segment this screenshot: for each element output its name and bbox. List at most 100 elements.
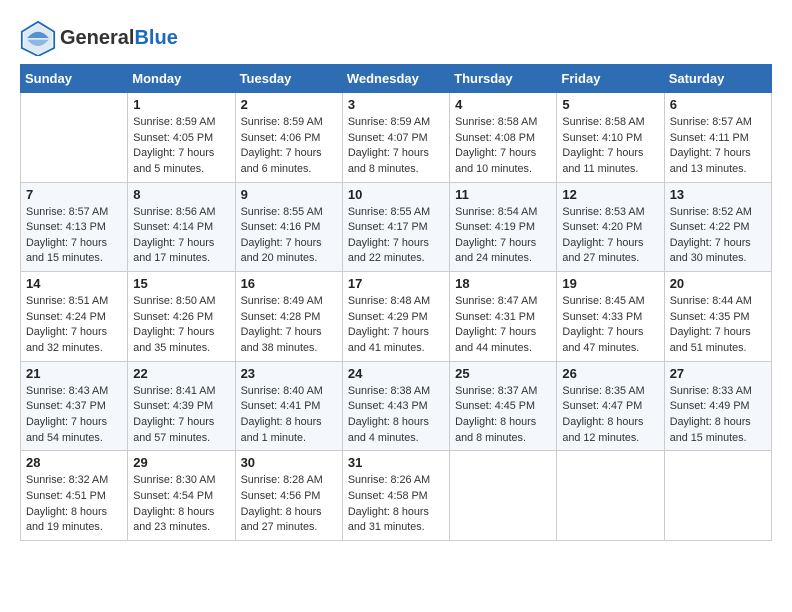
calendar-cell: 28 Sunrise: 8:32 AMSunset: 4:51 PMDayligh… bbox=[21, 451, 128, 541]
calendar-cell: 13 Sunrise: 8:52 AMSunset: 4:22 PMDayligh… bbox=[664, 182, 771, 272]
day-number: 31 bbox=[348, 455, 444, 470]
calendar-cell bbox=[450, 451, 557, 541]
day-info: Sunrise: 8:51 AMSunset: 4:24 PMDaylight:… bbox=[26, 294, 122, 357]
header-cell-tuesday: Tuesday bbox=[235, 65, 342, 93]
day-info: Sunrise: 8:35 AMSunset: 4:47 PMDaylight:… bbox=[562, 384, 658, 447]
calendar-cell: 9 Sunrise: 8:55 AMSunset: 4:16 PMDaylight… bbox=[235, 182, 342, 272]
calendar-cell: 11Sunrise: 8:54 AMSunset: 4:19 PMDayligh… bbox=[450, 182, 557, 272]
day-number: 17 bbox=[348, 276, 444, 291]
calendar-cell: 23 Sunrise: 8:40 AMSunset: 4:41 PMDayligh… bbox=[235, 361, 342, 451]
day-number: 14 bbox=[26, 276, 122, 291]
header-cell-saturday: Saturday bbox=[664, 65, 771, 93]
day-info: Sunrise: 8:55 AMSunset: 4:16 PMDaylight:… bbox=[241, 205, 337, 268]
day-number: 28 bbox=[26, 455, 122, 470]
calendar-cell: 29 Sunrise: 8:30 AMSunset: 4:54 PMDayligh… bbox=[128, 451, 235, 541]
calendar-cell: 30 Sunrise: 8:28 AMSunset: 4:56 PMDayligh… bbox=[235, 451, 342, 541]
day-info: Sunrise: 8:59 AMSunset: 4:06 PMDaylight:… bbox=[241, 115, 337, 178]
day-number: 18 bbox=[455, 276, 551, 291]
day-number: 22 bbox=[133, 366, 229, 381]
calendar-cell bbox=[664, 451, 771, 541]
day-number: 21 bbox=[26, 366, 122, 381]
day-info: Sunrise: 8:55 AMSunset: 4:17 PMDaylight:… bbox=[348, 205, 444, 268]
calendar-body: 1 Sunrise: 8:59 AMSunset: 4:05 PMDaylight… bbox=[21, 93, 772, 541]
day-info: Sunrise: 8:53 AMSunset: 4:20 PMDaylight:… bbox=[562, 205, 658, 268]
calendar-cell: 4Sunrise: 8:58 AMSunset: 4:08 PMDaylight… bbox=[450, 93, 557, 183]
day-info: Sunrise: 8:56 AMSunset: 4:14 PMDaylight:… bbox=[133, 205, 229, 268]
calendar-cell bbox=[557, 451, 664, 541]
day-number: 23 bbox=[241, 366, 337, 381]
day-number: 27 bbox=[670, 366, 766, 381]
calendar-cell: 10 Sunrise: 8:55 AMSunset: 4:17 PMDayligh… bbox=[342, 182, 449, 272]
day-number: 19 bbox=[562, 276, 658, 291]
calendar-cell: 2 Sunrise: 8:59 AMSunset: 4:06 PMDaylight… bbox=[235, 93, 342, 183]
calendar-cell: 26 Sunrise: 8:35 AMSunset: 4:47 PMDayligh… bbox=[557, 361, 664, 451]
day-info: Sunrise: 8:41 AMSunset: 4:39 PMDaylight:… bbox=[133, 384, 229, 447]
calendar-cell: 31Sunrise: 8:26 AMSunset: 4:58 PMDayligh… bbox=[342, 451, 449, 541]
calendar-cell: 18 Sunrise: 8:47 AMSunset: 4:31 PMDayligh… bbox=[450, 272, 557, 362]
calendar-cell: 22 Sunrise: 8:41 AMSunset: 4:39 PMDayligh… bbox=[128, 361, 235, 451]
header-cell-sunday: Sunday bbox=[21, 65, 128, 93]
week-row-1: 1 Sunrise: 8:59 AMSunset: 4:05 PMDaylight… bbox=[21, 93, 772, 183]
week-row-2: 7 Sunrise: 8:57 AMSunset: 4:13 PMDaylight… bbox=[21, 182, 772, 272]
calendar-cell: 24 Sunrise: 8:38 AMSunset: 4:43 PMDayligh… bbox=[342, 361, 449, 451]
day-number: 2 bbox=[241, 97, 337, 112]
calendar-cell: 5 Sunrise: 8:58 AMSunset: 4:10 PMDaylight… bbox=[557, 93, 664, 183]
day-info: Sunrise: 8:48 AMSunset: 4:29 PMDaylight:… bbox=[348, 294, 444, 357]
day-number: 20 bbox=[670, 276, 766, 291]
day-number: 11 bbox=[455, 187, 551, 202]
day-number: 16 bbox=[241, 276, 337, 291]
day-info: Sunrise: 8:52 AMSunset: 4:22 PMDaylight:… bbox=[670, 205, 766, 268]
calendar-cell: 15Sunrise: 8:50 AMSunset: 4:26 PMDayligh… bbox=[128, 272, 235, 362]
day-info: Sunrise: 8:58 AMSunset: 4:10 PMDaylight:… bbox=[562, 115, 658, 178]
logo-text: GeneralBlue bbox=[60, 27, 178, 49]
day-info: Sunrise: 8:58 AMSunset: 4:08 PMDaylight:… bbox=[455, 115, 551, 178]
day-number: 10 bbox=[348, 187, 444, 202]
header: GeneralBlue bbox=[20, 20, 772, 56]
day-info: Sunrise: 8:30 AMSunset: 4:54 PMDaylight:… bbox=[133, 473, 229, 536]
day-number: 5 bbox=[562, 97, 658, 112]
calendar-cell bbox=[21, 93, 128, 183]
calendar-cell: 17 Sunrise: 8:48 AMSunset: 4:29 PMDayligh… bbox=[342, 272, 449, 362]
day-number: 9 bbox=[241, 187, 337, 202]
calendar-cell: 14 Sunrise: 8:51 AMSunset: 4:24 PMDayligh… bbox=[21, 272, 128, 362]
day-number: 13 bbox=[670, 187, 766, 202]
calendar-cell: 16Sunrise: 8:49 AMSunset: 4:28 PMDayligh… bbox=[235, 272, 342, 362]
day-info: Sunrise: 8:32 AMSunset: 4:51 PMDaylight:… bbox=[26, 473, 122, 536]
calendar-header: SundayMondayTuesdayWednesdayThursdayFrid… bbox=[21, 65, 772, 93]
day-info: Sunrise: 8:38 AMSunset: 4:43 PMDaylight:… bbox=[348, 384, 444, 447]
calendar-cell: 1 Sunrise: 8:59 AMSunset: 4:05 PMDaylight… bbox=[128, 93, 235, 183]
day-number: 7 bbox=[26, 187, 122, 202]
day-info: Sunrise: 8:37 AMSunset: 4:45 PMDaylight:… bbox=[455, 384, 551, 447]
calendar-cell: 3Sunrise: 8:59 AMSunset: 4:07 PMDaylight… bbox=[342, 93, 449, 183]
day-info: Sunrise: 8:40 AMSunset: 4:41 PMDaylight:… bbox=[241, 384, 337, 447]
calendar-cell: 20Sunrise: 8:44 AMSunset: 4:35 PMDayligh… bbox=[664, 272, 771, 362]
week-row-4: 21Sunrise: 8:43 AMSunset: 4:37 PMDayligh… bbox=[21, 361, 772, 451]
day-number: 15 bbox=[133, 276, 229, 291]
day-info: Sunrise: 8:47 AMSunset: 4:31 PMDaylight:… bbox=[455, 294, 551, 357]
day-info: Sunrise: 8:57 AMSunset: 4:13 PMDaylight:… bbox=[26, 205, 122, 268]
day-info: Sunrise: 8:59 AMSunset: 4:07 PMDaylight:… bbox=[348, 115, 444, 178]
logo-icon bbox=[20, 20, 56, 56]
day-number: 24 bbox=[348, 366, 444, 381]
calendar-cell: 6Sunrise: 8:57 AMSunset: 4:11 PMDaylight… bbox=[664, 93, 771, 183]
day-number: 1 bbox=[133, 97, 229, 112]
day-number: 8 bbox=[133, 187, 229, 202]
calendar-cell: 21Sunrise: 8:43 AMSunset: 4:37 PMDayligh… bbox=[21, 361, 128, 451]
day-number: 29 bbox=[133, 455, 229, 470]
day-info: Sunrise: 8:28 AMSunset: 4:56 PMDaylight:… bbox=[241, 473, 337, 536]
calendar-cell: 7 Sunrise: 8:57 AMSunset: 4:13 PMDaylight… bbox=[21, 182, 128, 272]
day-info: Sunrise: 8:59 AMSunset: 4:05 PMDaylight:… bbox=[133, 115, 229, 178]
logo: GeneralBlue bbox=[20, 20, 178, 56]
header-cell-friday: Friday bbox=[557, 65, 664, 93]
day-number: 25 bbox=[455, 366, 551, 381]
day-number: 26 bbox=[562, 366, 658, 381]
calendar-cell: 27Sunrise: 8:33 AMSunset: 4:49 PMDayligh… bbox=[664, 361, 771, 451]
day-number: 30 bbox=[241, 455, 337, 470]
page: GeneralBlue SundayMondayTuesdayWednesday… bbox=[0, 0, 792, 612]
calendar-cell: 19Sunrise: 8:45 AMSunset: 4:33 PMDayligh… bbox=[557, 272, 664, 362]
calendar-cell: 25 Sunrise: 8:37 AMSunset: 4:45 PMDayligh… bbox=[450, 361, 557, 451]
header-row: SundayMondayTuesdayWednesdayThursdayFrid… bbox=[21, 65, 772, 93]
header-cell-monday: Monday bbox=[128, 65, 235, 93]
header-cell-wednesday: Wednesday bbox=[342, 65, 449, 93]
calendar: SundayMondayTuesdayWednesdayThursdayFrid… bbox=[20, 64, 772, 541]
